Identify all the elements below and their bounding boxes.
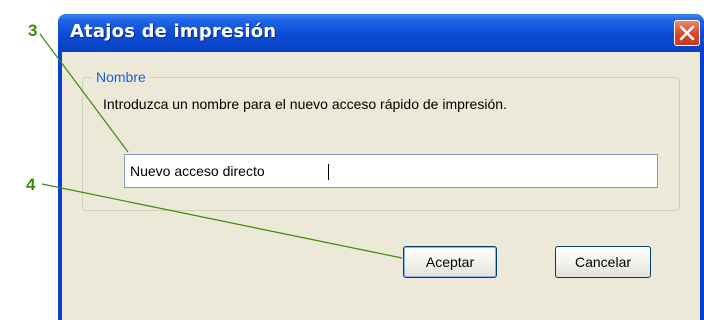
cancel-button[interactable]: Cancelar	[555, 246, 651, 278]
callout-number-3: 3	[28, 21, 38, 40]
dialog-title: Atajos de impresión	[70, 21, 277, 42]
close-button[interactable]	[674, 20, 700, 46]
group-label: Nombre	[93, 69, 149, 85]
instruction-text: Introduzca un nombre para el nuevo acces…	[103, 96, 507, 112]
name-groupbox: Nombre Introduzca un nombre para el nuev…	[82, 69, 680, 211]
dialog-client-area: Nombre Introduzca un nombre para el nuev…	[62, 52, 700, 320]
callout-number-4: 4	[26, 175, 36, 194]
print-shortcuts-dialog: Atajos de impresión Nombre Introduzca un…	[58, 14, 704, 320]
shortcut-name-input[interactable]	[124, 154, 658, 188]
accept-button[interactable]: Aceptar	[403, 246, 497, 278]
close-x-icon	[679, 25, 695, 41]
text-caret	[328, 164, 329, 180]
title-bar: Atajos de impresión	[58, 14, 704, 52]
